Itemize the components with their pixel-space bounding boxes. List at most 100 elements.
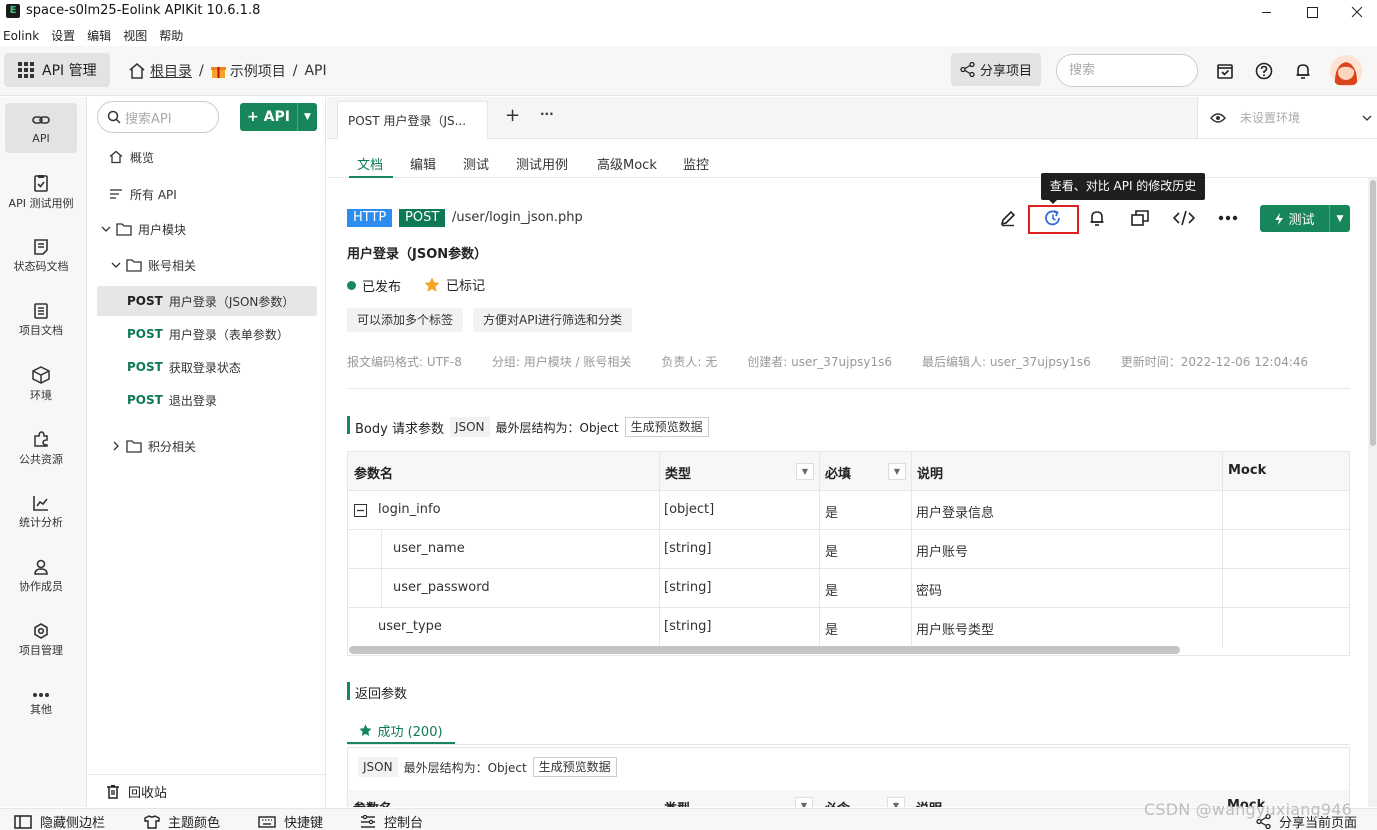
- new-tab-button[interactable]: +: [505, 105, 520, 126]
- close-button[interactable]: [1334, 0, 1377, 24]
- tree-label: 积分相关: [148, 439, 197, 454]
- generate-preview-button[interactable]: 生成预览数据: [532, 757, 617, 777]
- tree-group-user-module[interactable]: 用户模块: [88, 214, 326, 244]
- test-button[interactable]: 测试 ▼: [1260, 205, 1350, 232]
- bell-icon[interactable]: [1293, 61, 1313, 81]
- param-required: 是: [825, 584, 839, 599]
- required-sort-icon[interactable]: ▼: [887, 797, 905, 807]
- api-management-button[interactable]: API 管理: [4, 53, 110, 87]
- shortcuts-button[interactable]: 快捷键: [258, 812, 323, 830]
- tree-api-logout[interactable]: POST 退出登录: [88, 385, 326, 415]
- required-sort-icon[interactable]: ▼: [888, 463, 906, 480]
- status-marked[interactable]: 已标记: [424, 275, 485, 294]
- global-search-input[interactable]: 搜索: [1056, 54, 1198, 87]
- edit-icon[interactable]: [997, 207, 1019, 229]
- tree-label: 账号相关: [148, 258, 197, 273]
- history-icon[interactable]: [1042, 207, 1064, 229]
- api-search-input[interactable]: 搜索API: [97, 101, 219, 133]
- table-row[interactable]: user_password [string] 是 密码: [348, 569, 1349, 608]
- rail-item-environment[interactable]: 环境: [5, 359, 77, 409]
- rail-item-project-docs[interactable]: 项目文档: [5, 295, 77, 345]
- table-row[interactable]: user_name [string] 是 用户账号: [348, 530, 1349, 569]
- section-marker: [347, 416, 350, 434]
- help-icon[interactable]: [1254, 61, 1274, 81]
- protocol-badge: HTTP: [347, 209, 393, 227]
- test-dropdown-icon[interactable]: ▼: [1330, 214, 1350, 224]
- breadcrumb-project[interactable]: 示例项目: [230, 61, 286, 81]
- hide-sidebar-button[interactable]: 隐藏侧边栏: [14, 812, 105, 830]
- menu-eolink[interactable]: Eolink: [0, 26, 42, 46]
- code-icon[interactable]: [1173, 207, 1195, 229]
- rail-item-shared-resources[interactable]: 公共资源: [5, 423, 77, 473]
- console-label: 控制台: [384, 816, 424, 830]
- table-row[interactable]: user_type [string] 是 用户账号类型: [348, 608, 1349, 647]
- api-title: 用户登录（JSON参数）: [347, 247, 488, 262]
- tree-api-login-status[interactable]: POST 获取登录状态: [88, 352, 326, 382]
- api-tag[interactable]: 可以添加多个标签: [347, 308, 464, 332]
- api-tag[interactable]: 方便对API进行筛选和分类: [473, 308, 632, 332]
- notification-icon[interactable]: [1086, 207, 1108, 229]
- tree-api-login-json[interactable]: POST 用户登录（JSON参数）: [97, 286, 317, 316]
- share-project-button[interactable]: 分享项目: [951, 53, 1041, 86]
- generate-preview-button[interactable]: 生成预览数据: [624, 417, 709, 437]
- tree-item-overview[interactable]: 概览: [88, 142, 326, 172]
- col-name: 参数名: [354, 467, 394, 482]
- tab-api-login-json[interactable]: POST 用户登录（JS...: [337, 101, 488, 139]
- tab-advanced-mock[interactable]: 高级Mock: [597, 154, 657, 173]
- folder-icon: [126, 258, 142, 272]
- collapse-icon[interactable]: [354, 504, 367, 517]
- type-sort-icon[interactable]: ▼: [795, 797, 813, 807]
- environment-select[interactable]: 未设置环境: [1197, 97, 1377, 138]
- menu-edit[interactable]: 编辑: [84, 26, 114, 46]
- tree-group-account[interactable]: 账号相关: [88, 250, 326, 280]
- tab-edit[interactable]: 编辑: [410, 154, 436, 173]
- add-api-dropdown-icon[interactable]: ▼: [298, 112, 317, 122]
- tree-item-all-api[interactable]: 所有 API: [88, 179, 326, 209]
- minimize-button[interactable]: [1243, 0, 1289, 24]
- tree-group-points[interactable]: 积分相关: [88, 431, 326, 461]
- copy-icon[interactable]: [1129, 207, 1151, 229]
- menu-settings[interactable]: 设置: [48, 26, 78, 46]
- api-search-placeholder: 搜索API: [125, 111, 172, 127]
- tab-monitor[interactable]: 监控: [683, 154, 709, 173]
- star-icon: [359, 723, 373, 736]
- tab-test[interactable]: 测试: [463, 154, 489, 173]
- param-type: [object]: [664, 502, 715, 517]
- rail-item-project-management[interactable]: 项目管理: [5, 615, 77, 665]
- gear-icon: [34, 622, 48, 639]
- theme-color-button[interactable]: 主题颜色: [144, 812, 220, 830]
- rail-item-other[interactable]: 其他: [5, 679, 77, 729]
- type-sort-icon[interactable]: ▼: [796, 463, 814, 480]
- rail-item-status-codes[interactable]: 状态码文档: [5, 231, 77, 281]
- add-api-label[interactable]: + API: [240, 103, 298, 131]
- response-success-tab[interactable]: 成功 (200): [347, 718, 455, 744]
- tabs-more-button[interactable]: ···: [540, 107, 554, 121]
- rail-item-api-testcases[interactable]: API 测试用例: [5, 167, 77, 217]
- add-api-button[interactable]: + API ▼: [240, 103, 317, 131]
- test-button-main[interactable]: 测试: [1260, 205, 1330, 232]
- tab-docs[interactable]: 文档: [357, 154, 383, 173]
- menu-view[interactable]: 视图: [120, 26, 150, 46]
- tree-api-login-form[interactable]: POST 用户登录（表单参数）: [88, 319, 326, 349]
- rail-label: API: [32, 132, 50, 145]
- rail-item-members[interactable]: 协作成员: [5, 551, 77, 601]
- tree-indent-line: [381, 530, 382, 608]
- menu-help[interactable]: 帮助: [156, 26, 186, 46]
- console-button[interactable]: 控制台: [360, 812, 423, 830]
- table-horizontal-scrollbar[interactable]: [349, 646, 1180, 654]
- vertical-scrollbar-thumb[interactable]: [1370, 180, 1376, 446]
- more-actions-icon[interactable]: [1217, 207, 1239, 229]
- rail-item-analytics[interactable]: 统计分析: [5, 487, 77, 537]
- tab-test-cases[interactable]: 测试用例: [516, 154, 568, 173]
- breadcrumb-root[interactable]: 根目录: [150, 61, 192, 81]
- avatar[interactable]: [1330, 55, 1362, 87]
- rail-label: 其他: [30, 702, 52, 716]
- breadcrumb-separator: /: [292, 63, 298, 79]
- maximize-button[interactable]: [1289, 0, 1335, 24]
- recycle-bin[interactable]: 回收站: [88, 774, 326, 807]
- rail-item-api[interactable]: API: [5, 103, 77, 153]
- table-row[interactable]: login_info [object] 是 用户登录信息: [348, 491, 1349, 530]
- calendar-check-icon[interactable]: [1215, 61, 1235, 81]
- param-type: [string]: [664, 619, 712, 634]
- breadcrumb-api[interactable]: API: [304, 63, 326, 79]
